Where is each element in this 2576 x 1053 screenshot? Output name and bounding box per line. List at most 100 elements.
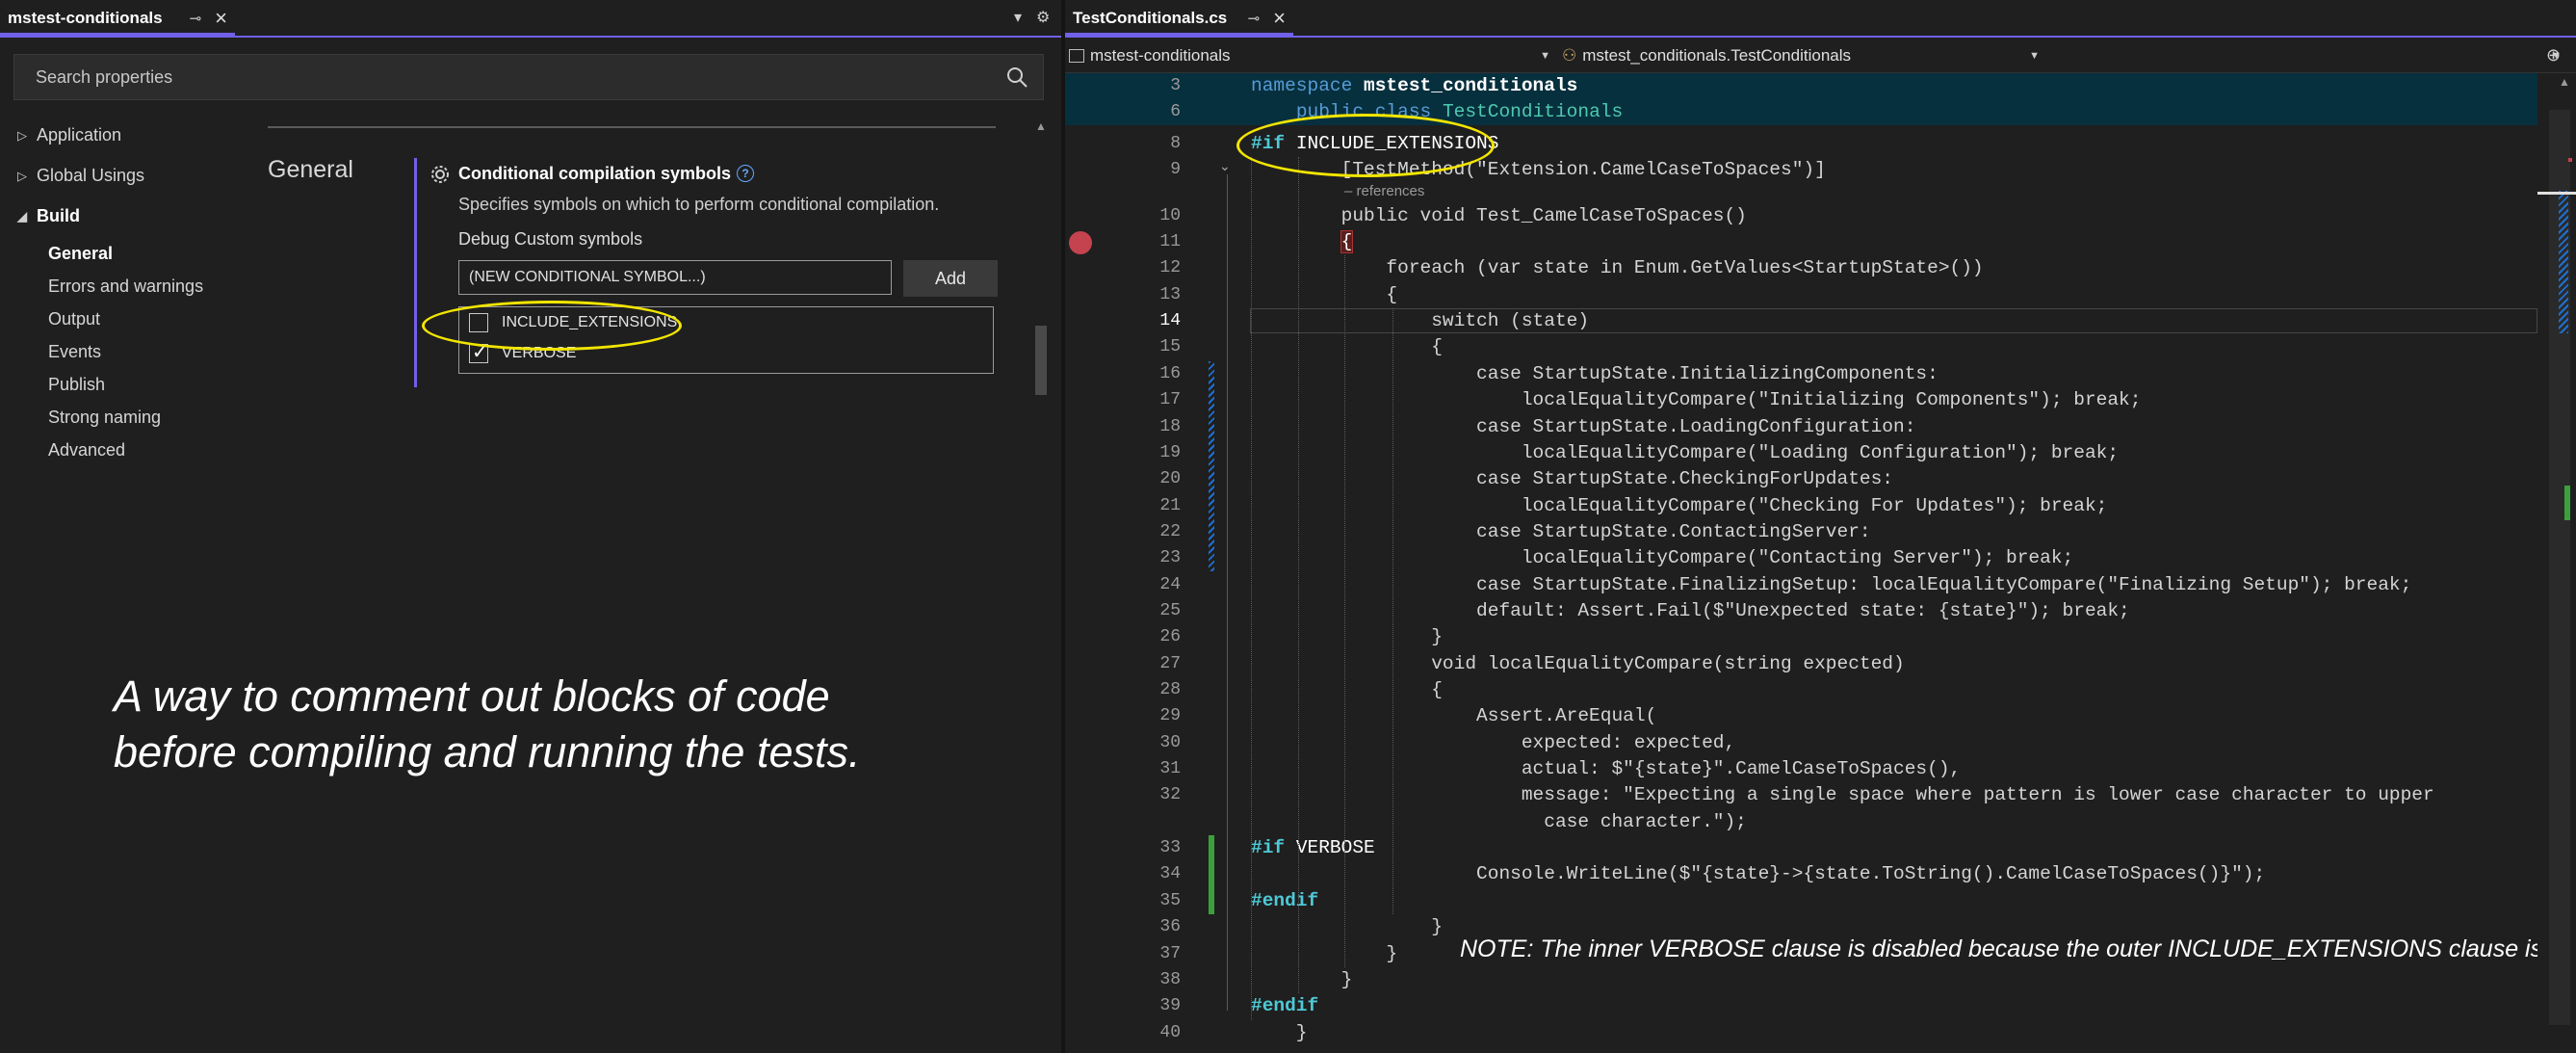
- new-symbol-input[interactable]: [458, 260, 892, 295]
- left-scrollbar[interactable]: ▲: [1035, 116, 1051, 1050]
- code-line[interactable]: 38 }: [1065, 967, 2537, 993]
- code-line[interactable]: 3 namespace mstest_conditionals: [1065, 73, 2537, 99]
- tab-testconditionals[interactable]: TestConditionals.cs ⊸ ×: [1065, 4, 1293, 36]
- line-number: 19: [1159, 442, 1181, 462]
- line-number: 10: [1159, 205, 1181, 225]
- code-line[interactable]: 15 {: [1065, 334, 2537, 360]
- code-line[interactable]: 29 Assert.AreEqual(: [1065, 703, 2537, 729]
- nav-item-general[interactable]: General: [48, 244, 113, 264]
- line-number: 23: [1159, 548, 1181, 568]
- search-properties-input[interactable]: Search properties: [13, 54, 1044, 100]
- code-line[interactable]: 16 case StartupState.InitializingCompone…: [1065, 361, 2537, 387]
- line-number: 32: [1159, 785, 1181, 805]
- nav-item-publish[interactable]: Publish: [48, 375, 105, 395]
- close-icon[interactable]: ×: [1273, 8, 1286, 29]
- split-editor-icon[interactable]: ⊕: [2546, 45, 2561, 66]
- code-line[interactable]: 13 {: [1065, 282, 2537, 308]
- code-text: localEqualityCompare("Initializing Compo…: [1251, 389, 2142, 411]
- close-icon[interactable]: ×: [215, 8, 227, 29]
- code-line[interactable]: 31 actual: $"{state}".CamelCaseToSpaces(…: [1065, 756, 2537, 782]
- nav-item-advanced[interactable]: Advanced: [48, 440, 125, 461]
- nav-item-events[interactable]: Events: [48, 342, 101, 362]
- scroll-position-indicator: [2537, 192, 2576, 195]
- code-line[interactable]: 24 case StartupState.FinalizingSetup: lo…: [1065, 572, 2537, 598]
- tab-list-dropdown-icon[interactable]: ▾: [1014, 8, 1022, 27]
- nav-item-build[interactable]: ◢ Build: [17, 206, 80, 226]
- code-line[interactable]: 12 foreach (var state in Enum.GetValues<…: [1065, 255, 2537, 281]
- scroll-up-icon[interactable]: ▲: [1035, 119, 1047, 133]
- expand-icon[interactable]: ▷: [17, 128, 27, 144]
- line-number: 14: [1159, 311, 1181, 331]
- code-line[interactable]: 23 localEqualityCompare("Contacting Serv…: [1065, 545, 2537, 571]
- code-line[interactable]: 27 void localEqualityCompare(string expe…: [1065, 651, 2537, 677]
- code-line[interactable]: 40 }: [1065, 1020, 2537, 1046]
- code-line[interactable]: 20 case StartupState.CheckingForUpdates:: [1065, 466, 2537, 492]
- nav-item-errors-warnings[interactable]: Errors and warnings: [48, 276, 203, 297]
- editor-nav-bar: mstest-conditionals ▼ ⚇ mstest_condition…: [1065, 39, 2576, 73]
- code-line[interactable]: 18 case StartupState.LoadingConfiguratio…: [1065, 414, 2537, 440]
- code-line[interactable]: 30 expected: expected,: [1065, 730, 2537, 756]
- line-number: 29: [1159, 706, 1181, 726]
- indent-guide: [1251, 157, 1252, 1020]
- collapse-icon[interactable]: ◢: [17, 209, 27, 224]
- add-symbol-button[interactable]: Add: [903, 260, 998, 297]
- collapse-chevron-icon[interactable]: ⌄: [1219, 159, 1231, 174]
- code-line[interactable]: 25 default: Assert.Fail($"Unexpected sta…: [1065, 598, 2537, 624]
- code-line[interactable]: 21 localEqualityCompare("Checking For Up…: [1065, 493, 2537, 519]
- code-text: #endif: [1251, 889, 1319, 911]
- line-number: 9: [1170, 160, 1181, 180]
- code-line[interactable]: 19 localEqualityCompare("Loading Configu…: [1065, 440, 2537, 466]
- code-line[interactable]: 26 }: [1065, 624, 2537, 650]
- nav-item-application[interactable]: ▷ Application: [17, 125, 121, 145]
- code-line[interactable]: 33 #if VERBOSE: [1065, 835, 2537, 861]
- line-number: 22: [1159, 521, 1181, 541]
- code-line[interactable]: case character.");: [1065, 809, 2537, 835]
- project-properties-pane: mstest-conditionals ⊸ × ▾ ⚙ Search prope…: [0, 0, 1061, 1053]
- code-line[interactable]: 34 Console.WriteLine($"{state}->{state.T…: [1065, 861, 2537, 887]
- property-title: Conditional compilation symbols?: [458, 164, 755, 184]
- nav-label: Build: [37, 206, 80, 225]
- code-area[interactable]: 3 namespace mstest_conditionals 6 public c…: [1065, 73, 2549, 1053]
- code-line[interactable]: 39 #endif: [1065, 993, 2537, 1019]
- editor-scrollbar[interactable]: ▲: [2537, 73, 2576, 1053]
- editor-tab-strip: TestConditionals.cs ⊸ ×: [1065, 0, 2576, 39]
- member-dropdown[interactable]: ▼: [2051, 44, 2576, 67]
- line-number: 12: [1159, 258, 1181, 278]
- scroll-marker-changes: [2559, 191, 2568, 333]
- pin-icon[interactable]: ⊸: [1248, 10, 1261, 27]
- scroll-up-icon[interactable]: ▲: [2559, 75, 2570, 89]
- help-icon[interactable]: ?: [737, 165, 755, 182]
- class-dropdown[interactable]: ⚇ mstest_conditionals.TestConditionals ▼: [1562, 44, 2040, 67]
- code-text: {: [1251, 336, 1443, 358]
- nav-item-output[interactable]: Output: [48, 309, 100, 329]
- nav-item-strong-naming[interactable]: Strong naming: [48, 408, 161, 428]
- code-text: {: [1340, 230, 1354, 254]
- fold-line: [1227, 174, 1228, 1012]
- breakpoint-icon[interactable]: [1069, 231, 1092, 255]
- line-number: 21: [1159, 495, 1181, 515]
- code-line[interactable]: 17 localEqualityCompare("Initializing Co…: [1065, 387, 2537, 413]
- nav-item-global-usings[interactable]: ▷ Global Usings: [17, 166, 144, 186]
- pin-icon[interactable]: ⊸: [190, 10, 202, 27]
- code-line[interactable]: 11 {: [1065, 229, 2537, 255]
- code-line[interactable]: 35 #endif: [1065, 888, 2537, 914]
- code-text: localEqualityCompare("Loading Configurat…: [1251, 441, 2120, 463]
- indent-guide: [1298, 157, 1299, 994]
- scroll-thumb[interactable]: [1035, 326, 1047, 395]
- code-line[interactable]: 10 public void Test_CamelCaseToSpaces(): [1065, 203, 2537, 229]
- code-line[interactable]: 22 case StartupState.ContactingServer:: [1065, 519, 2537, 545]
- code-line[interactable]: 32 message: "Expecting a single space wh…: [1065, 782, 2537, 808]
- project-dropdown[interactable]: mstest-conditionals ▼: [1069, 44, 1550, 67]
- code-text: case character.");: [1251, 810, 1747, 832]
- indent-guide: [1392, 308, 1393, 915]
- code-text: {: [1251, 283, 1398, 305]
- code-line[interactable]: 14 switch (state): [1065, 308, 2537, 334]
- section-divider: [268, 126, 996, 128]
- code-line[interactable]: 28 {: [1065, 677, 2537, 703]
- codelens-references[interactable]: – references: [1344, 183, 1424, 199]
- settings-gear-icon[interactable]: ⚙: [1036, 8, 1050, 27]
- caption-line-2: before compiling and running the tests.: [114, 727, 861, 777]
- expand-icon[interactable]: ▷: [17, 169, 27, 184]
- search-icon[interactable]: [1004, 65, 1029, 90]
- tab-project-properties[interactable]: mstest-conditionals ⊸ ×: [0, 4, 235, 36]
